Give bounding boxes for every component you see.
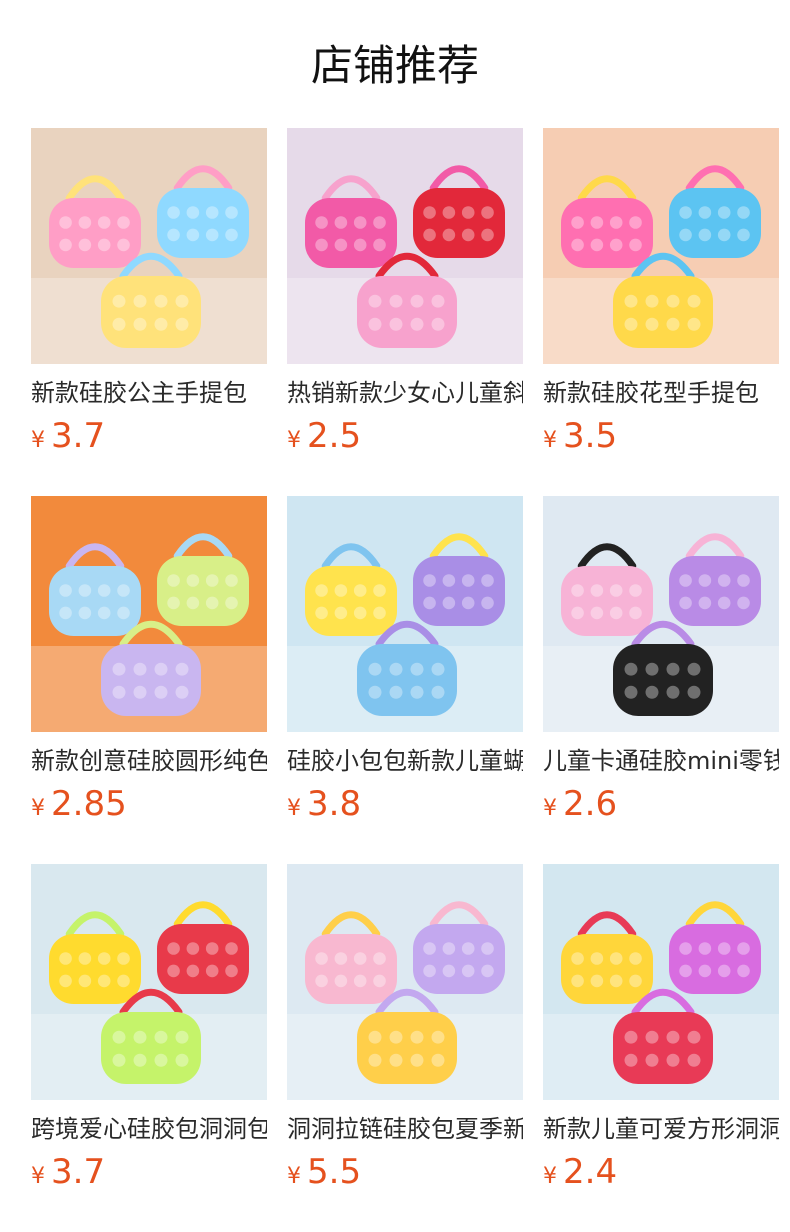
product-name[interactable]: 热销新款少女心儿童斜挎包 xyxy=(287,376,523,410)
product-price: ¥3.8 xyxy=(287,782,361,826)
product-name[interactable]: 新款硅胶花型手提包 xyxy=(543,376,779,410)
product-card[interactable]: 儿童卡通硅胶mini零钱包 ¥2.6 xyxy=(543,496,779,864)
product-illustration xyxy=(31,864,267,1100)
price-amount: 3.5 xyxy=(563,416,618,456)
price-amount: 3.7 xyxy=(51,1152,106,1192)
currency-symbol: ¥ xyxy=(543,796,557,821)
product-price: ¥2.5 xyxy=(287,414,361,458)
price-amount: 2.4 xyxy=(563,1152,618,1192)
product-illustration xyxy=(31,496,267,732)
product-image[interactable] xyxy=(287,128,523,364)
product-image[interactable] xyxy=(287,496,523,732)
price-amount: 3.7 xyxy=(51,416,106,456)
product-card[interactable]: 洞洞拉链硅胶包夏季新款 ¥5.5 xyxy=(287,864,523,1232)
product-name[interactable]: 新款儿童可爱方形洞洞包 xyxy=(543,1112,779,1146)
product-illustration xyxy=(543,864,779,1100)
product-image[interactable] xyxy=(31,864,267,1100)
product-illustration xyxy=(287,864,523,1100)
product-illustration xyxy=(543,496,779,732)
product-name[interactable]: 儿童卡通硅胶mini零钱包 xyxy=(543,744,779,778)
product-price: ¥5.5 xyxy=(287,1150,361,1194)
product-card[interactable]: 新款创意硅胶圆形纯色零钱包 ¥2.85 xyxy=(31,496,267,864)
product-card[interactable]: 跨境爱心硅胶包洞洞包 ¥3.7 xyxy=(31,864,267,1232)
currency-symbol: ¥ xyxy=(287,428,301,453)
price-amount: 3.8 xyxy=(307,784,362,824)
product-card[interactable]: 新款硅胶花型手提包 ¥3.5 xyxy=(543,128,779,496)
product-grid: 新款硅胶公主手提包 ¥3.7 热销新款少女心儿童斜挎包 ¥2.5 新款硅胶花型手… xyxy=(31,128,779,1232)
product-illustration xyxy=(287,128,523,364)
product-image[interactable] xyxy=(543,864,779,1100)
product-card[interactable]: 热销新款少女心儿童斜挎包 ¥2.5 xyxy=(287,128,523,496)
currency-symbol: ¥ xyxy=(31,796,45,821)
currency-symbol: ¥ xyxy=(31,428,45,453)
product-image[interactable] xyxy=(31,128,267,364)
product-card[interactable]: 硅胶小包包新款儿童蝴蝶包 ¥3.8 xyxy=(287,496,523,864)
currency-symbol: ¥ xyxy=(287,1164,301,1189)
product-name[interactable]: 新款创意硅胶圆形纯色零钱包 xyxy=(31,744,267,778)
currency-symbol: ¥ xyxy=(543,1164,557,1189)
price-amount: 2.85 xyxy=(51,784,127,824)
product-price: ¥3.7 xyxy=(31,1150,105,1194)
product-image[interactable] xyxy=(543,128,779,364)
product-name[interactable]: 硅胶小包包新款儿童蝴蝶包 xyxy=(287,744,523,778)
product-illustration xyxy=(287,496,523,732)
product-card[interactable]: 新款硅胶公主手提包 ¥3.7 xyxy=(31,128,267,496)
product-image[interactable] xyxy=(31,496,267,732)
currency-symbol: ¥ xyxy=(543,428,557,453)
product-name[interactable]: 新款硅胶公主手提包 xyxy=(31,376,267,410)
currency-symbol: ¥ xyxy=(287,796,301,821)
product-name[interactable]: 洞洞拉链硅胶包夏季新款 xyxy=(287,1112,523,1146)
product-price: ¥2.85 xyxy=(31,782,127,826)
currency-symbol: ¥ xyxy=(31,1164,45,1189)
product-price: ¥3.7 xyxy=(31,414,105,458)
price-amount: 2.5 xyxy=(307,416,362,456)
product-price: ¥3.5 xyxy=(543,414,617,458)
page-title: 店铺推荐 xyxy=(310,41,479,90)
product-name[interactable]: 跨境爱心硅胶包洞洞包 xyxy=(31,1112,267,1146)
product-image[interactable] xyxy=(543,496,779,732)
product-illustration xyxy=(543,128,779,364)
product-card[interactable]: 新款儿童可爱方形洞洞包 ¥2.4 xyxy=(543,864,779,1232)
product-price: ¥2.6 xyxy=(543,782,617,826)
product-illustration xyxy=(31,128,267,364)
product-price: ¥2.4 xyxy=(543,1150,617,1194)
product-image[interactable] xyxy=(287,864,523,1100)
price-amount: 5.5 xyxy=(307,1152,362,1192)
price-amount: 2.6 xyxy=(563,784,618,824)
